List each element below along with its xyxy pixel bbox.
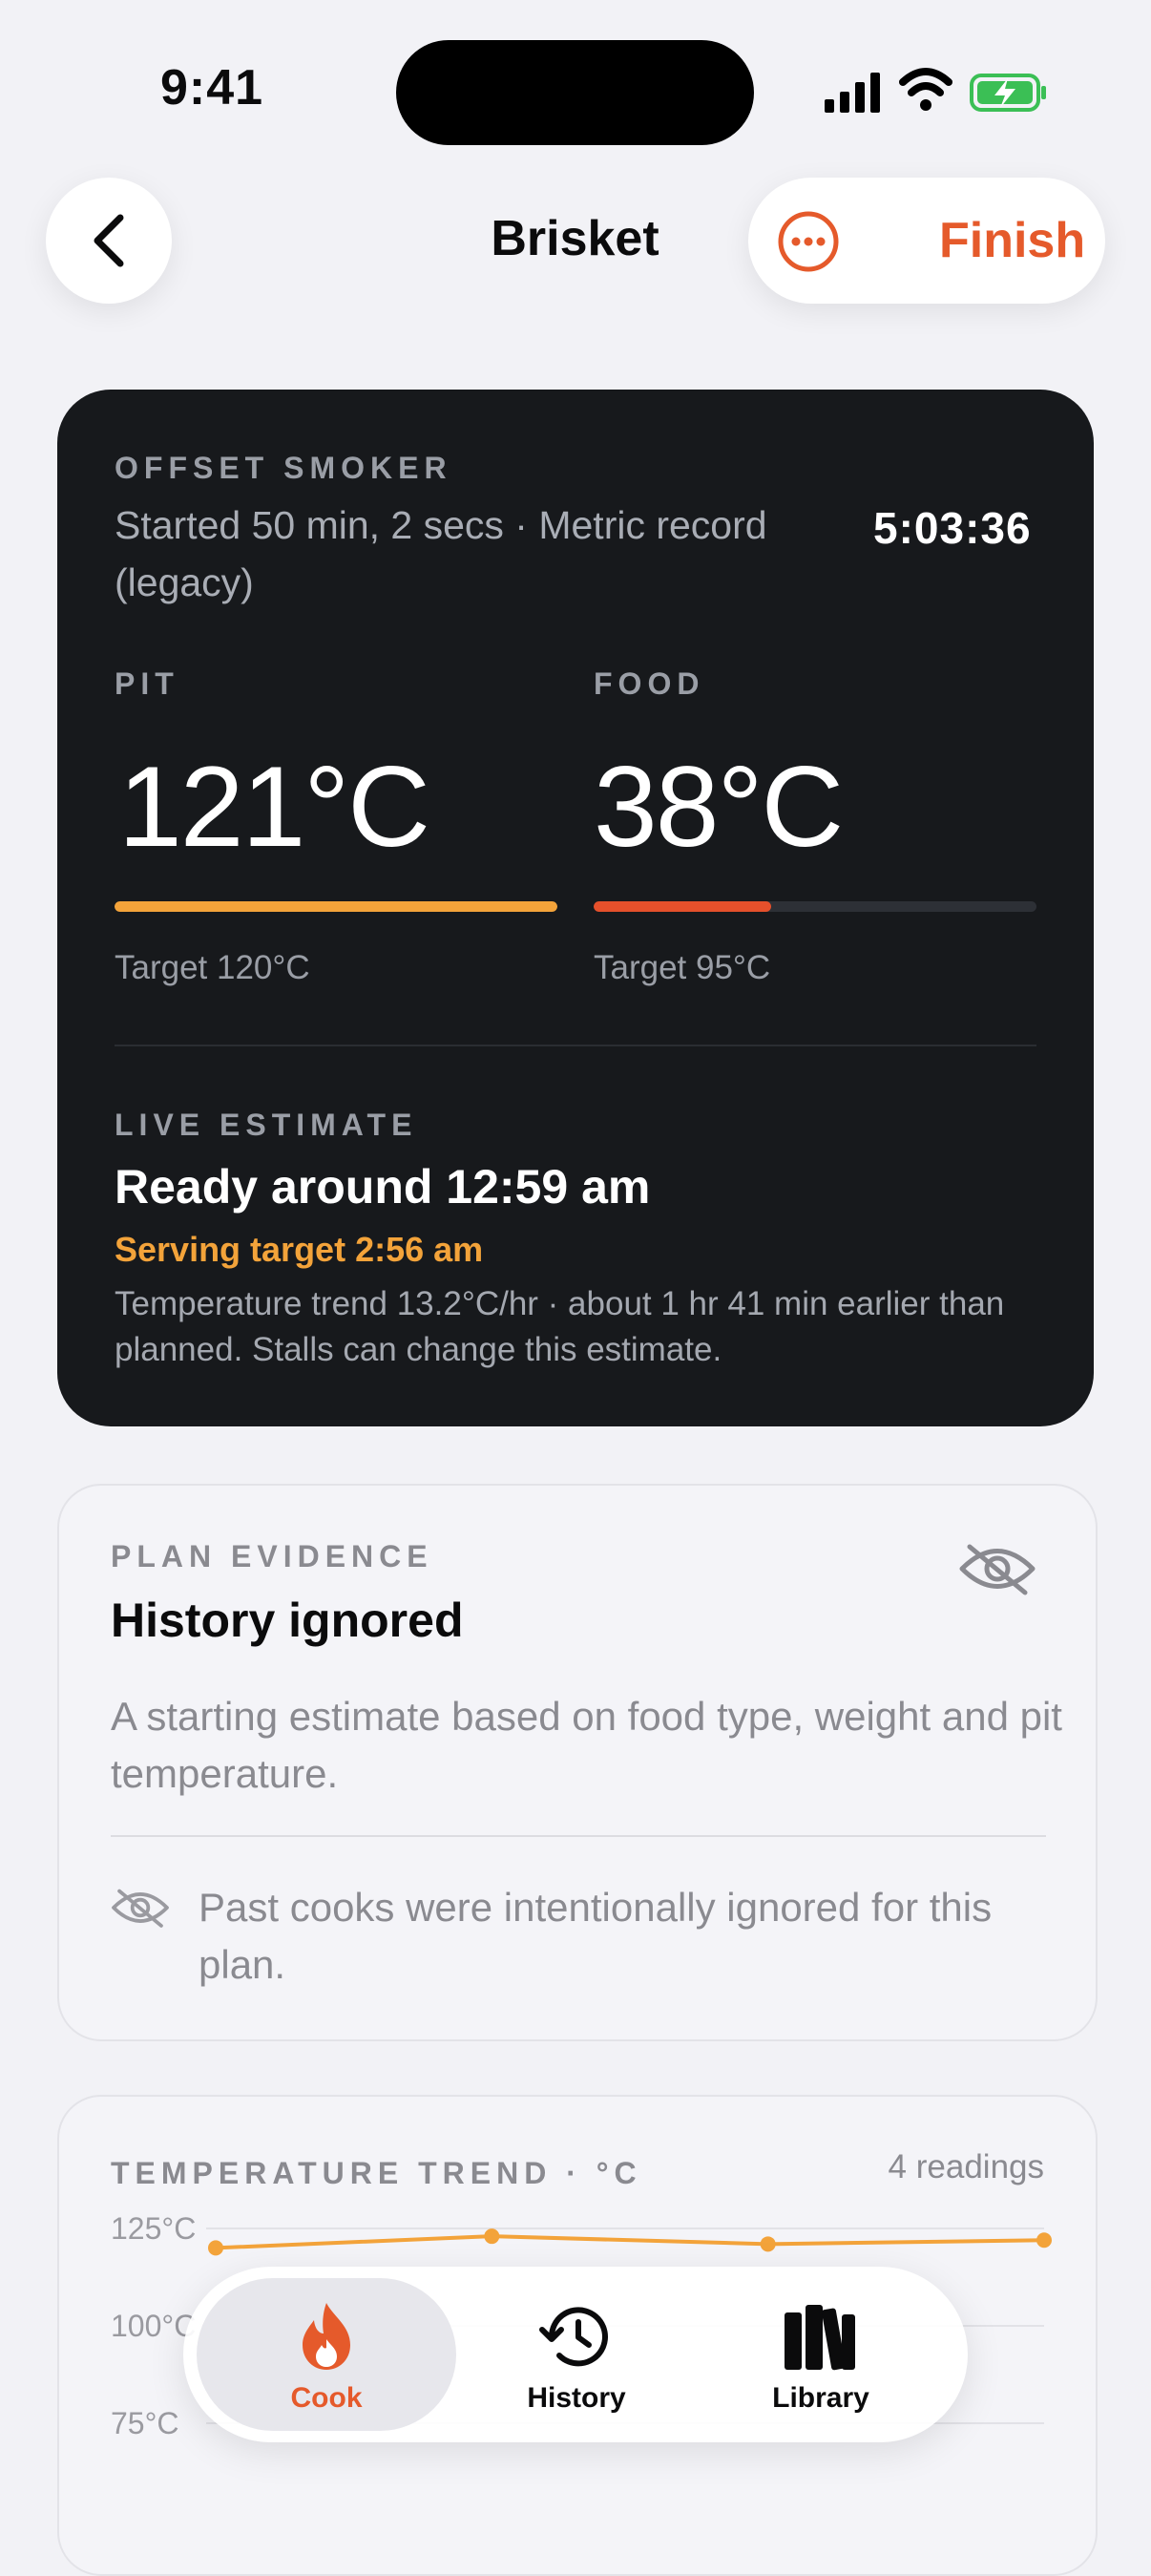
trend-point: [208, 2240, 223, 2256]
chevron-left-icon: [94, 214, 124, 267]
eye-slash-icon: [959, 1544, 1036, 1595]
pit-label: PIT: [115, 666, 179, 701]
cellular-signal-icon: [825, 73, 880, 113]
cook-started-text: Started 50 min, 2 secs · Metric record (…: [115, 503, 767, 604]
serving-target: Serving target 2:56 am: [115, 1230, 484, 1269]
plan-evidence-title: History ignored: [111, 1594, 464, 1647]
nav-actions: Finish: [748, 178, 1105, 304]
pit-progress-bar: [115, 901, 557, 912]
more-options-icon[interactable]: [777, 210, 840, 273]
tab-library-label: Library: [772, 2382, 869, 2414]
estimate-note: Temperature trend 13.2°C/hr · about 1 hr…: [115, 1285, 1005, 1368]
history-ignored-note: Past cooks were intentionally ignored fo…: [199, 1885, 993, 1987]
food-target: Target 95°C: [594, 949, 771, 986]
plan-evidence-label: PLAN EVIDENCE: [111, 1539, 433, 1573]
divider: [111, 1835, 1046, 1837]
food-temperature: 38°C: [594, 743, 844, 871]
plan-evidence-description: A starting estimate based on food type, …: [111, 1694, 1062, 1796]
ready-estimate: Ready around 12:59 am: [115, 1160, 651, 1214]
clock-history-icon: [539, 2307, 608, 2367]
food-progress-bar: [594, 901, 1036, 912]
tab-history[interactable]: History: [452, 2301, 701, 2415]
cooker-type-label: OFFSET SMOKER: [115, 451, 452, 485]
flame-icon: [303, 2303, 350, 2370]
status-time: 9:41: [160, 60, 264, 116]
elapsed-timer: 5:03:36: [873, 503, 1032, 553]
trend-point: [484, 2228, 500, 2245]
food-progress-fill: [594, 901, 771, 912]
trend-point: [1036, 2232, 1052, 2249]
divider: [115, 1045, 1036, 1046]
books-icon: [785, 2305, 855, 2371]
tab-bar: Cook History Library: [183, 2267, 968, 2442]
back-button[interactable]: [46, 178, 172, 304]
live-cook-card: OFFSET SMOKER Started 50 min, 2 secs · M…: [57, 390, 1094, 1426]
food-label: FOOD: [594, 666, 705, 701]
trend-line: [215, 2234, 1045, 2250]
pit-target: Target 120°C: [115, 949, 310, 986]
eye-slash-icon: [112, 1889, 169, 1928]
finish-button[interactable]: Finish: [939, 212, 1085, 269]
live-estimate-label: LIVE ESTIMATE: [115, 1108, 418, 1142]
plan-evidence-card: PLAN EVIDENCE History ignored A starting…: [57, 1484, 1098, 2041]
tab-history-label: History: [527, 2382, 626, 2414]
wifi-icon: [899, 68, 952, 111]
tab-cook[interactable]: Cook: [202, 2301, 450, 2415]
pit-temperature: 121°C: [118, 743, 430, 871]
page-title: Brisket: [491, 211, 659, 266]
pit-progress-fill: [115, 901, 557, 912]
trend-point: [760, 2236, 776, 2252]
tab-library[interactable]: Library: [697, 2301, 945, 2415]
tab-cook-label: Cook: [290, 2382, 363, 2414]
battery-charging-icon: [970, 74, 1046, 112]
dynamic-island: [396, 40, 754, 145]
